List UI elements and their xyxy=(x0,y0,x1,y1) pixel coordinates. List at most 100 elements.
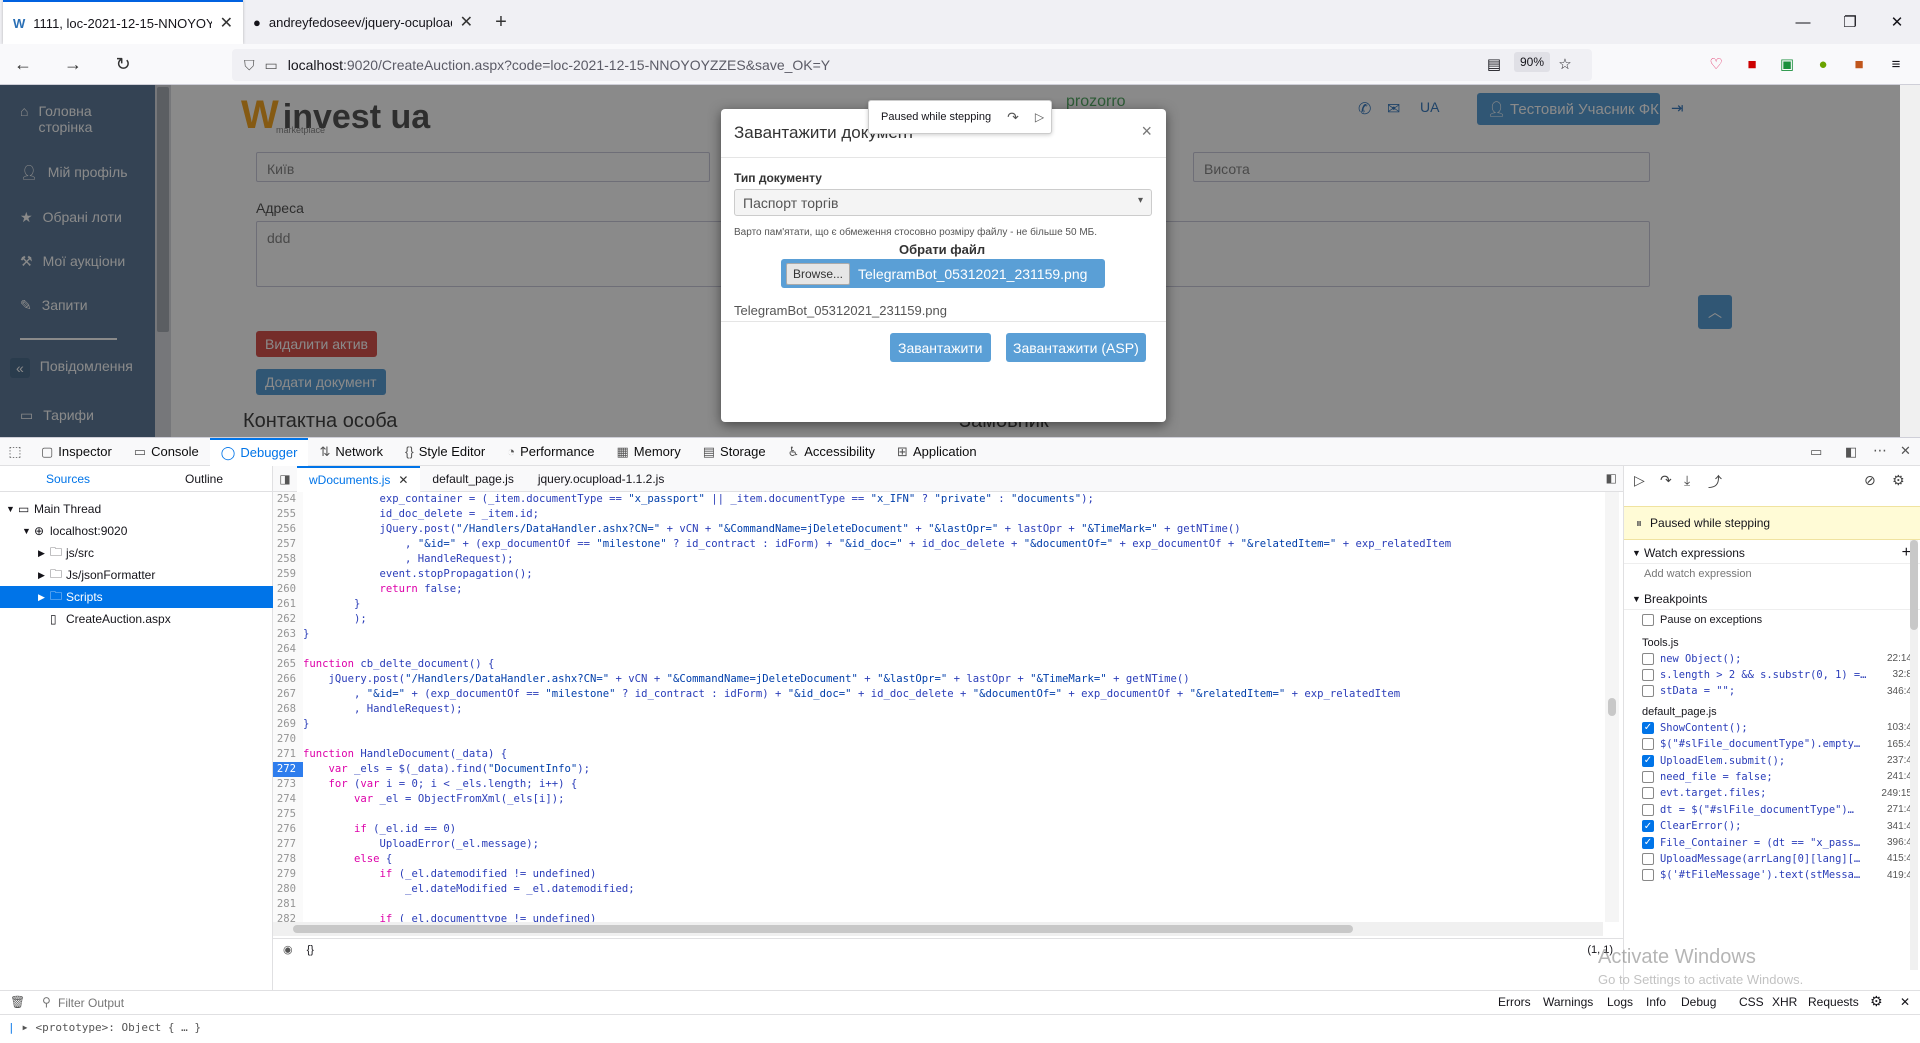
browser-tab[interactable]: ● andreyfedoseev/jquery-ocupload ✕ xyxy=(243,0,483,44)
filter-output-input[interactable]: Filter Output xyxy=(58,996,124,1010)
line-number[interactable]: 267 xyxy=(273,687,303,702)
tab-outline[interactable]: Outline xyxy=(136,466,272,491)
code-line[interactable]: 276 if (_el.id == 0) xyxy=(273,822,1613,837)
green-extension-icon[interactable]: ● xyxy=(1813,54,1833,74)
step-over-icon[interactable]: ↷ xyxy=(1007,109,1019,126)
filter-errors[interactable]: Errors xyxy=(1498,995,1531,1009)
expand-icon[interactable]: ▶ xyxy=(23,1023,28,1032)
line-number[interactable]: 257 xyxy=(273,537,303,552)
close-devtools-icon[interactable]: ✕ xyxy=(1900,443,1911,459)
line-number[interactable]: 256 xyxy=(273,522,303,537)
devtools-tab-debugger[interactable]: ◯ Debugger xyxy=(209,437,309,466)
line-number[interactable]: 282 xyxy=(273,912,303,922)
toggle-right-pane-icon[interactable]: ◧ xyxy=(1606,471,1617,485)
back-icon[interactable]: ← xyxy=(8,49,38,79)
pause-exceptions-checkbox[interactable] xyxy=(1642,613,1654,626)
save-extension-icon[interactable]: ▣ xyxy=(1777,54,1797,74)
reader-view-icon[interactable]: ▤ xyxy=(1484,54,1504,74)
forward-icon[interactable]: → xyxy=(58,49,88,79)
line-number[interactable]: 254 xyxy=(273,492,303,507)
devtools-tab-inspector[interactable]: ▢ Inspector xyxy=(30,438,123,466)
code-line[interactable]: 257 , "&id=" + (exp_documentOf == "miles… xyxy=(273,537,1613,552)
code-line[interactable]: 263} xyxy=(273,627,1613,642)
code-line[interactable]: 264 xyxy=(273,642,1613,657)
bookmark-star-icon[interactable]: ☆ xyxy=(1555,54,1575,74)
side-pane-scrollbar[interactable] xyxy=(1910,540,1918,970)
upload-button[interactable]: Завантажити xyxy=(890,333,991,362)
line-number[interactable]: 266 xyxy=(273,672,303,687)
breakpoint-item[interactable]: ✓ ClearError(); 341:4 xyxy=(1642,818,1912,835)
zoom-level[interactable]: 90% xyxy=(1514,52,1551,72)
devtools-tab-console[interactable]: ▭ Console xyxy=(123,438,210,466)
line-number[interactable]: 274 xyxy=(273,792,303,807)
settings-gear-icon[interactable]: ⚙ xyxy=(1892,472,1905,489)
tab-sources[interactable]: Sources xyxy=(0,466,136,491)
close-console-icon[interactable]: ✕ xyxy=(1900,995,1910,1009)
code-line-breakpoint[interactable]: 272 var _els = $(_data).find("DocumentIn… xyxy=(273,762,1613,777)
line-number[interactable]: 275 xyxy=(273,807,303,822)
file-picker[interactable]: Browse... TelegramBot_05312021_231159.pn… xyxy=(781,259,1105,288)
line-number[interactable]: 271 xyxy=(273,747,303,762)
browse-button[interactable]: Browse... xyxy=(786,262,851,285)
code-line[interactable]: 265 function cb_delte_document() { xyxy=(273,657,1613,672)
filter-warnings[interactable]: Warnings xyxy=(1543,995,1593,1009)
code-line[interactable]: 275 xyxy=(273,807,1613,822)
breakpoint-checkbox[interactable]: ✓ xyxy=(1642,820,1654,833)
resume-icon[interactable]: ▷ xyxy=(1035,110,1044,124)
code-line[interactable]: 280 _el.dateModified = _el.datemodified; xyxy=(273,882,1613,897)
line-number[interactable]: 277 xyxy=(273,837,303,852)
responsive-icon[interactable]: ▭ xyxy=(1810,444,1822,460)
devtools-tab-accessibility[interactable]: ♿︎ Accessibility xyxy=(777,438,886,466)
breakpoint-checkbox[interactable] xyxy=(1642,668,1654,681)
extension-icon[interactable]: ■ xyxy=(1742,54,1762,74)
line-number[interactable]: 268 xyxy=(273,702,303,717)
editor-tab-default-page[interactable]: default_page.js xyxy=(420,466,525,492)
filter-logs[interactable]: Logs xyxy=(1607,995,1633,1009)
breakpoint-checkbox[interactable] xyxy=(1642,852,1654,865)
line-number[interactable]: 272 xyxy=(273,762,303,777)
breakpoint-item[interactable]: ✓ UploadElem.submit(); 237:4 xyxy=(1642,752,1912,769)
line-number[interactable]: 278 xyxy=(273,852,303,867)
step-out-icon[interactable]: ⤴ xyxy=(1708,472,1722,492)
dock-icon[interactable]: ◧ xyxy=(1845,444,1857,460)
line-number[interactable]: 281 xyxy=(273,897,303,912)
browser-tab-active[interactable]: W 1111, loc-2021-12-15-NNOYOYZZES ✕ xyxy=(3,0,243,44)
devtools-tab-application[interactable]: ⊞ Application xyxy=(886,438,988,466)
doc-type-select[interactable]: Паспорт торгів ▾ xyxy=(734,189,1152,216)
breakpoint-checkbox[interactable]: ✓ xyxy=(1642,836,1654,849)
code-line[interactable]: 278 else { xyxy=(273,852,1613,867)
restore-icon[interactable]: ❐ xyxy=(1827,0,1873,44)
code-line[interactable]: 282 if (_el.documenttype != undefined) xyxy=(273,912,1613,922)
devtools-tab-network[interactable]: ⇅ Network xyxy=(308,438,394,466)
breakpoint-checkbox[interactable] xyxy=(1642,685,1654,698)
reload-icon[interactable]: ↻ xyxy=(108,49,138,79)
upload-asp-button[interactable]: Завантажити (ASP) xyxy=(1006,333,1146,362)
code-line[interactable]: 281 xyxy=(273,897,1613,912)
code-line[interactable]: 261 } xyxy=(273,597,1613,612)
step-in-icon[interactable]: ⤓ xyxy=(1684,472,1690,489)
tree-item-createauction[interactable]: ▯ CreateAuction.aspx xyxy=(0,608,273,630)
line-number[interactable]: 280 xyxy=(273,882,303,897)
page-scrollbar[interactable] xyxy=(1900,85,1920,437)
line-number[interactable]: 276 xyxy=(273,822,303,837)
pretty-print-icon[interactable]: ◉ xyxy=(283,943,293,956)
breakpoint-item[interactable]: evt.target.files; 249:15 xyxy=(1642,785,1912,802)
shield-icon[interactable]: ⛉ xyxy=(244,57,255,74)
code-line[interactable]: 274 var _el = ObjectFromXml(_els[i]); xyxy=(273,792,1613,807)
editor-tab-wdocuments[interactable]: wDocuments.js ✕ xyxy=(297,465,421,492)
code-line[interactable]: 258 , HandleRequest); xyxy=(273,552,1613,567)
devtools-tab-memory[interactable]: ▦ Memory xyxy=(606,438,692,466)
breakpoint-checkbox[interactable] xyxy=(1642,652,1654,665)
tree-item-jsonformatter[interactable]: ▶ 🗀︎ Js/jsonFormatter xyxy=(0,564,273,586)
editor-tab-jquery-ocupload[interactable]: jquery.ocupload-1.1.2.js xyxy=(526,466,677,492)
line-number[interactable]: 265 xyxy=(273,657,303,672)
breakpoint-checkbox[interactable] xyxy=(1642,787,1654,800)
breakpoint-checkbox[interactable] xyxy=(1642,869,1654,882)
code-line[interactable]: 277 UploadError(_el.message); xyxy=(273,837,1613,852)
breakpoint-item[interactable]: UploadMessage(arrLang[0][lang][… 415:4 xyxy=(1642,850,1912,867)
close-tab-icon[interactable]: ✕ xyxy=(460,12,473,32)
pocket-icon[interactable]: ♡ xyxy=(1706,54,1726,74)
devtools-tab-performance[interactable]: ◔ Performance xyxy=(496,438,605,466)
line-number[interactable]: 260 xyxy=(273,582,303,597)
deactivate-breakpoints-icon[interactable]: ⊘ xyxy=(1864,472,1876,489)
